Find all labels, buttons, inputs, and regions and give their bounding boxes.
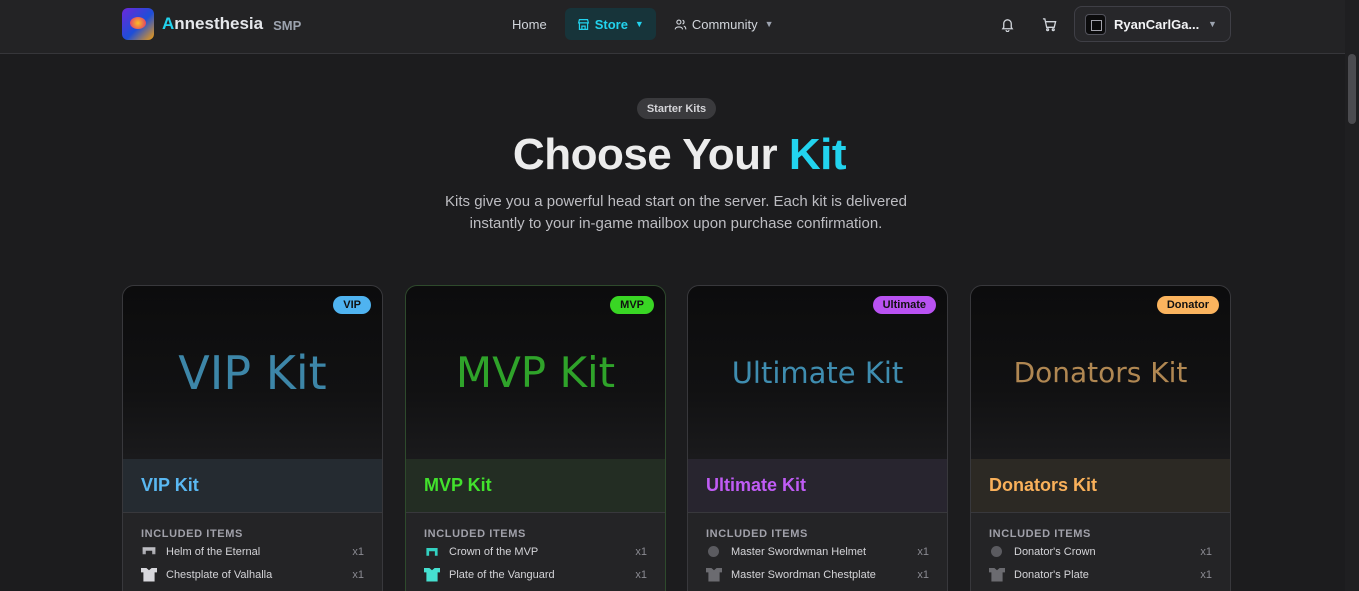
kit-title: MVP Kit [406, 459, 665, 513]
brand-sub: SMP [273, 18, 302, 33]
kit-items: INCLUDED ITEMS Donator's Crown x1 Donator… [971, 514, 1230, 586]
list-item: Chestplate of Valhalla x1 [141, 563, 364, 586]
kit-title: VIP Kit [123, 459, 382, 513]
chevron-down-icon: ▼ [1208, 19, 1217, 29]
netherite-chestplate-icon [706, 567, 722, 582]
brand-name: Annesthesia [162, 14, 264, 33]
kit-image-text: Ultimate Kit [731, 355, 904, 390]
cart-button[interactable] [1037, 12, 1061, 36]
main-menu: Home Store ▼ Community ▼ [500, 8, 786, 40]
netherite-chestplate-icon [989, 567, 1005, 582]
users-icon [674, 18, 687, 30]
cart-icon [1042, 17, 1056, 31]
user-menu-button[interactable]: RyanCarlGa... ▼ [1074, 6, 1231, 42]
nav-community-label: Community [691, 16, 758, 32]
list-item: Donator's Plate x1 [989, 563, 1212, 586]
list-item: Donator's Crown x1 [989, 540, 1212, 563]
iron-helmet-icon [142, 547, 156, 555]
username: RyanCarlGa... [1114, 16, 1200, 32]
tier-badge: Ultimate [872, 296, 936, 314]
included-items-label: INCLUDED ITEMS [424, 528, 526, 540]
kit-image: Ultimate Kit Ultimate [688, 286, 947, 459]
kit-card-ultimate[interactable]: Ultimate Kit Ultimate Ultimate Kit INCLU… [687, 285, 948, 591]
page-title: Choose Your Kit [512, 130, 847, 179]
nav-store-label: Store [594, 16, 628, 32]
nav-home-label: Home [512, 16, 547, 32]
kit-image-text: Donators Kit [1013, 356, 1188, 389]
top-navbar: Annesthesia SMP Home Store ▼ Community ▼… [0, 0, 1359, 54]
nav-community[interactable]: Community ▼ [662, 8, 786, 40]
server-logo [122, 8, 154, 40]
included-items-label: INCLUDED ITEMS [706, 528, 808, 540]
brand-link[interactable]: Annesthesia SMP [122, 8, 301, 40]
netherite-helmet-icon [708, 546, 719, 557]
page-subtitle: Kits give you a powerful head start on t… [445, 193, 907, 232]
diamond-chestplate-icon [424, 567, 440, 582]
kit-card-mvp[interactable]: MVP Kit MVP MVP Kit INCLUDED ITEMS Crown… [405, 285, 666, 591]
scrollbar-thumb[interactable] [1348, 54, 1356, 124]
kit-title: Ultimate Kit [688, 459, 947, 513]
kit-card-donator[interactable]: Donators Kit Donator Donators Kit INCLUD… [970, 285, 1231, 591]
tier-badge: VIP [333, 296, 371, 314]
kit-items: INCLUDED ITEMS Crown of the MVP x1 Plate … [406, 514, 665, 586]
netherite-helmet-icon [991, 546, 1002, 557]
page-scrollbar[interactable] [1345, 0, 1359, 591]
chevron-down-icon: ▼ [634, 19, 644, 29]
kit-items: INCLUDED ITEMS Master Swordwman Helmet x1… [688, 514, 947, 586]
avatar [1085, 13, 1106, 35]
list-item: Master Swordwman Helmet x1 [706, 540, 929, 563]
list-item: Crown of the MVP x1 [424, 540, 647, 563]
diamond-helmet-icon [426, 548, 438, 556]
tier-badge: Donator [1156, 296, 1219, 314]
bell-icon [1001, 18, 1013, 32]
kit-items: INCLUDED ITEMS Helm of the Eternal x1 Che… [123, 514, 382, 586]
kit-card-vip[interactable]: VIP Kit VIP VIP Kit INCLUDED ITEMS Helm … [122, 285, 383, 591]
section-badge: Starter Kits [637, 98, 716, 119]
kit-title: Donators Kit [971, 459, 1230, 513]
kit-image-text: MVP Kit [455, 348, 616, 397]
iron-chestplate-icon [141, 567, 157, 582]
included-items-label: INCLUDED ITEMS [989, 528, 1091, 540]
nav-store[interactable]: Store ▼ [564, 8, 656, 40]
kit-image: Donators Kit Donator [971, 286, 1230, 459]
kit-image: MVP Kit MVP [406, 286, 665, 459]
store-icon [577, 18, 589, 30]
kit-image-text: VIP Kit [178, 345, 327, 400]
notifications-button[interactable] [995, 12, 1019, 36]
kit-image: VIP Kit VIP [123, 286, 382, 459]
tier-badge: MVP [610, 296, 654, 314]
chevron-down-icon: ▼ [764, 19, 774, 29]
list-item: Helm of the Eternal x1 [141, 540, 364, 563]
included-items-label: INCLUDED ITEMS [141, 528, 243, 540]
nav-home[interactable]: Home [500, 8, 559, 40]
list-item: Plate of the Vanguard x1 [424, 563, 647, 586]
list-item: Master Swordman Chestplate x1 [706, 563, 929, 586]
